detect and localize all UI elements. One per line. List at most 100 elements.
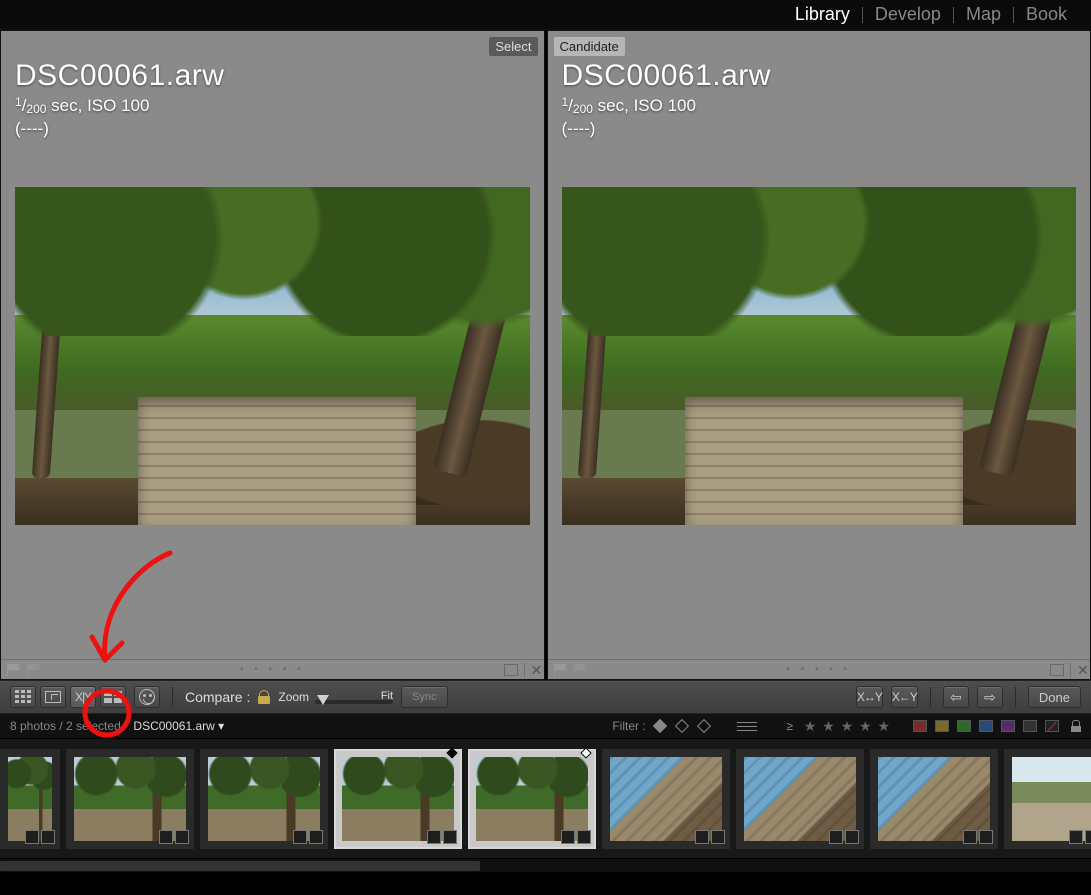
flag-icon[interactable]: [554, 664, 568, 676]
thumb-badges: [1069, 830, 1091, 844]
loupe-view-button[interactable]: [40, 686, 66, 708]
filmstrip[interactable]: [0, 738, 1091, 858]
thumb-badges: [695, 830, 725, 844]
filmstrip-thumb[interactable]: [468, 749, 596, 849]
filmstrip-thumb[interactable]: [200, 749, 328, 849]
thumb-image: [878, 757, 990, 841]
next-photo-button[interactable]: ⇨: [977, 686, 1003, 708]
candidate-pane[interactable]: Candidate DSC00061.arw 1/200 sec, ISO 10…: [547, 30, 1091, 680]
breadcrumb-current[interactable]: DSC00061.arw ▾: [133, 719, 224, 733]
people-view-button[interactable]: [134, 686, 160, 708]
filter-color-green[interactable]: [957, 720, 971, 732]
filter-rejected-icon[interactable]: [697, 719, 711, 733]
module-map[interactable]: Map: [954, 4, 1013, 25]
module-library[interactable]: Library: [783, 4, 862, 25]
swap-icon: X↔Y: [857, 690, 882, 704]
filmstrip-thumb[interactable]: [0, 749, 60, 849]
survey-view-button[interactable]: [100, 686, 126, 708]
thumb-badges: [293, 830, 323, 844]
select-exposure: 1/200 sec, ISO 100: [15, 95, 224, 118]
badge-icon: [443, 830, 457, 844]
filmstrip-thumb[interactable]: [870, 749, 998, 849]
badge-icon: [845, 830, 859, 844]
filter-color-red[interactable]: [913, 720, 927, 732]
candidate-pane-footer: • • • • • ✕: [548, 659, 1091, 679]
lock-icon[interactable]: [258, 690, 270, 704]
flag-icon[interactable]: [7, 664, 21, 676]
prev-photo-button[interactable]: ⇦: [943, 686, 969, 708]
reject-flag-icon[interactable]: [574, 664, 588, 676]
zoom-slider-thumb[interactable]: [317, 695, 329, 705]
scrollbar-thumb[interactable]: [0, 861, 480, 871]
badge-icon: [427, 830, 441, 844]
reject-flag-icon[interactable]: [27, 664, 41, 676]
close-icon[interactable]: ✕: [524, 663, 538, 677]
zoom-slider[interactable]: [315, 700, 393, 704]
toolbar: X|Y Compare : Zoom Fit Sync X↔Y X←Y ⇦ ⇨ …: [0, 680, 1091, 714]
badge-icon: [695, 830, 709, 844]
swap-button[interactable]: X↔Y: [856, 686, 883, 708]
close-icon[interactable]: ✕: [1070, 663, 1084, 677]
compare-label: Compare :: [185, 689, 250, 705]
filmstrip-thumb[interactable]: [66, 749, 194, 849]
rating-dots[interactable]: • • • • •: [594, 664, 1045, 675]
make-select-button[interactable]: X←Y: [891, 686, 918, 708]
thumb-image: [610, 757, 722, 841]
module-develop[interactable]: Develop: [863, 4, 953, 25]
rating-dots[interactable]: • • • • •: [47, 664, 498, 675]
candidate-metadata: DSC00061.arw 1/200 sec, ISO 100 (----): [562, 59, 771, 140]
filter-attributes-icon[interactable]: [735, 719, 763, 733]
color-label-swatch[interactable]: [504, 664, 518, 676]
select-lens: (----): [15, 118, 224, 140]
filter-flagged-icon[interactable]: [653, 719, 667, 733]
arrow-right-icon: ⇨: [984, 689, 996, 706]
select-tag: Select: [489, 37, 537, 56]
sync-button[interactable]: Sync: [401, 686, 447, 708]
survey-icon: [104, 691, 122, 703]
filter-color-purple[interactable]: [1001, 720, 1015, 732]
candidate-photo[interactable]: [562, 187, 1077, 525]
thumb-badges: [25, 830, 55, 844]
badge-icon: [175, 830, 189, 844]
color-label-swatch[interactable]: [1050, 664, 1064, 676]
selection-count: 8 photos / 2 selected /: [10, 719, 127, 733]
filmstrip-thumb[interactable]: [1004, 749, 1091, 849]
module-book[interactable]: Book: [1014, 4, 1079, 25]
filter-unflagged-icon[interactable]: [675, 719, 689, 733]
select-pane[interactable]: Select DSC00061.arw 1/200 sec, ISO 100 (…: [0, 30, 545, 680]
filter-color-none[interactable]: [1023, 720, 1037, 732]
filter-color-blue[interactable]: [979, 720, 993, 732]
filter-off-switch[interactable]: [1045, 720, 1059, 732]
grid-view-button[interactable]: [10, 686, 36, 708]
badge-icon: [711, 830, 725, 844]
compare-view-button[interactable]: X|Y: [70, 686, 96, 708]
badge-icon: [577, 830, 591, 844]
select-photo[interactable]: [15, 187, 530, 525]
badge-icon: [25, 830, 39, 844]
filter-bar: 8 photos / 2 selected / DSC00061.arw ▾ F…: [0, 714, 1091, 738]
thumb-image: [476, 757, 588, 841]
filmstrip-thumb[interactable]: [736, 749, 864, 849]
zoom-label: Zoom: [278, 690, 309, 704]
done-button[interactable]: Done: [1028, 686, 1081, 708]
filter-lock-icon[interactable]: [1071, 720, 1081, 732]
badge-icon: [829, 830, 843, 844]
filmstrip-thumb[interactable]: [334, 749, 462, 849]
filmstrip-thumb[interactable]: [602, 749, 730, 849]
thumb-image: [208, 757, 320, 841]
candidate-exposure: 1/200 sec, ISO 100: [562, 95, 771, 118]
thumb-badges: [561, 830, 591, 844]
badge-icon: [41, 830, 55, 844]
badge-icon: [1085, 830, 1091, 844]
rating-comparator[interactable]: ≥: [783, 719, 797, 733]
filter-color-yellow[interactable]: [935, 720, 949, 732]
grid-icon: [15, 690, 31, 704]
select-pane-footer: • • • • • ✕: [1, 659, 544, 679]
thumb-badges: [829, 830, 859, 844]
thumb-image: [342, 757, 454, 841]
badge-icon: [1069, 830, 1083, 844]
filter-stars[interactable]: ★ ★ ★ ★ ★: [804, 718, 891, 735]
separator: [172, 687, 173, 707]
filmstrip-scrollbar[interactable]: [0, 858, 1091, 872]
badge-icon: [309, 830, 323, 844]
